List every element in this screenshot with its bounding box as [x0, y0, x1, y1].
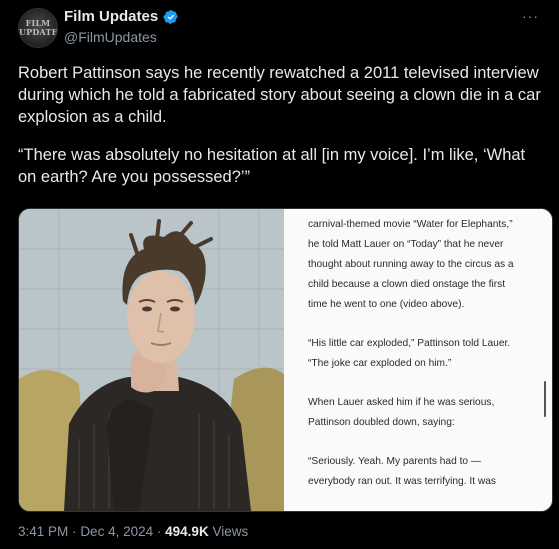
- more-options-icon[interactable]: ···: [522, 8, 539, 24]
- portrait-photo[interactable]: [19, 209, 284, 511]
- tweet-media[interactable]: carnival-themed movie “Water for Elephan…: [18, 208, 553, 512]
- meta-separator: ·: [156, 524, 162, 539]
- avatar[interactable]: FILM UPDATES: [18, 8, 58, 48]
- article-paragraph: carnival-themed movie “Water for Elephan…: [308, 219, 514, 310]
- views-label: Views: [212, 524, 249, 539]
- tweet-paragraph: “There was absolutely no hesitation at a…: [18, 146, 526, 186]
- post-time[interactable]: 3:41 PM: [18, 524, 68, 539]
- name-row: Film Updates: [64, 8, 179, 25]
- tweet-paragraph: Robert Pattinson says he recently rewatc…: [18, 64, 541, 126]
- verified-badge-icon: [163, 9, 179, 24]
- tweet-body: Robert Pattinson says he recently rewatc…: [18, 62, 548, 204]
- scrollbar[interactable]: [544, 381, 546, 417]
- article-paragraph: “Seriously. Yeah. My parents had to — ev…: [308, 456, 496, 487]
- avatar-logo-text: FILM UPDATES: [19, 18, 58, 37]
- article-screenshot[interactable]: carnival-themed movie “Water for Elephan…: [284, 209, 552, 511]
- display-name[interactable]: Film Updates: [64, 8, 158, 25]
- article-paragraph: When Lauer asked him if he was serious, …: [308, 397, 495, 428]
- tweet-header: FILM UPDATES Film Updates @FilmUpdates ·…: [18, 6, 543, 50]
- tweet-meta: 3:41 PM · Dec 4, 2024 · 494.9K Views: [18, 524, 248, 539]
- article-text: carnival-themed movie “Water for Elephan…: [308, 215, 523, 511]
- article-paragraph: “His little car exploded,” Pattinson tol…: [308, 338, 511, 369]
- handle[interactable]: @FilmUpdates: [64, 29, 157, 45]
- views-count: 494.9K: [165, 524, 209, 539]
- meta-separator: ·: [72, 524, 77, 539]
- portrait-illustration: [19, 209, 284, 511]
- post-date[interactable]: Dec 4, 2024: [80, 524, 153, 539]
